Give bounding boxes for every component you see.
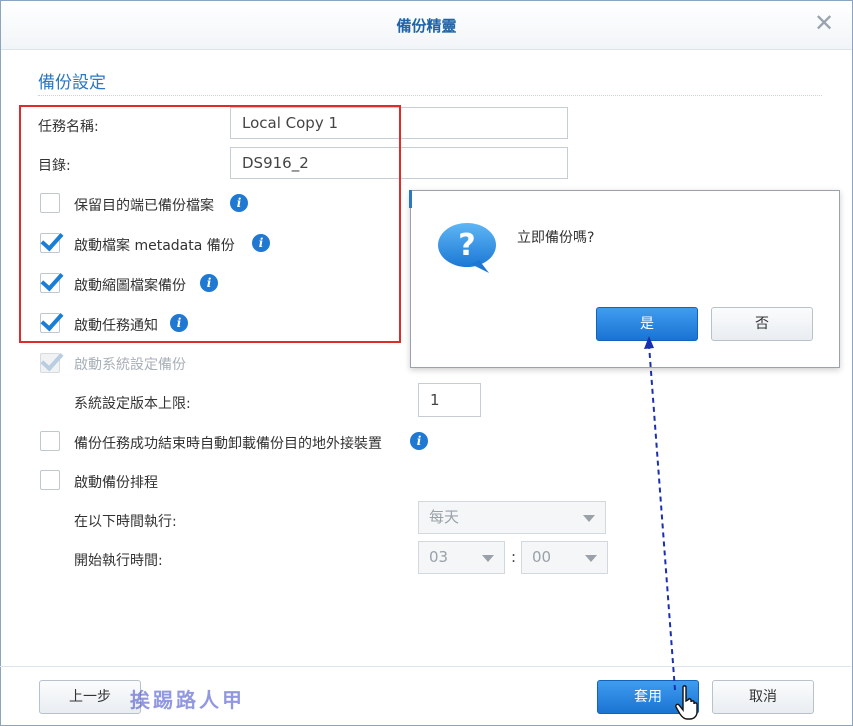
run-at-select[interactable]: 每天 — [418, 501, 606, 534]
chevron-down-icon — [482, 555, 494, 562]
info-icon[interactable]: i — [410, 432, 428, 450]
chevron-down-icon — [583, 515, 595, 522]
start-minute-value: 00 — [532, 548, 552, 566]
dialog-message: 立即備份嗎? — [517, 230, 595, 246]
chevron-down-icon — [585, 555, 597, 562]
schedule-label: 啟動備份排程 — [74, 475, 158, 491]
window-title: 備份精靈 — [396, 17, 457, 35]
svg-text:?: ? — [458, 228, 475, 263]
run-at-value: 每天 — [429, 508, 460, 526]
schedule-checkbox[interactable] — [40, 470, 60, 490]
close-icon[interactable]: ✕ — [811, 10, 837, 36]
hand-cursor-icon — [675, 685, 698, 720]
back-button[interactable]: 上一步 — [39, 680, 141, 714]
yes-button[interactable]: 是 — [596, 307, 698, 341]
config-backup-checkbox — [40, 353, 60, 373]
watermark: 挨踢路人甲 — [130, 688, 245, 712]
dialog-edge — [409, 190, 412, 208]
start-hour-select[interactable]: 03 — [418, 541, 505, 574]
question-icon: ? — [438, 223, 496, 273]
cancel-button[interactable]: 取消 — [712, 680, 814, 714]
title-bar: 備份精靈 ✕ — [1, 1, 852, 50]
config-version-label: 系統設定版本上限: — [74, 396, 191, 412]
highlight-box — [19, 105, 401, 343]
confirm-dialog — [410, 190, 840, 368]
section-title: 備份設定 — [38, 73, 106, 93]
start-time-label: 開始執行時間: — [74, 553, 163, 569]
no-button[interactable]: 否 — [711, 307, 813, 341]
auto-unmount-checkbox[interactable] — [40, 431, 60, 451]
config-backup-label: 啟動系統設定備份 — [74, 357, 186, 373]
config-version-input[interactable]: 1 — [418, 383, 481, 417]
run-at-label: 在以下時間執行: — [74, 514, 177, 530]
time-separator: : — [511, 548, 517, 566]
section-divider — [38, 95, 822, 96]
start-minute-select[interactable]: 00 — [521, 541, 608, 574]
auto-unmount-label: 備份任務成功結束時自動卸載備份目的地外接裝置 — [74, 436, 382, 452]
footer-divider — [0, 666, 851, 667]
start-hour-value: 03 — [429, 548, 449, 566]
